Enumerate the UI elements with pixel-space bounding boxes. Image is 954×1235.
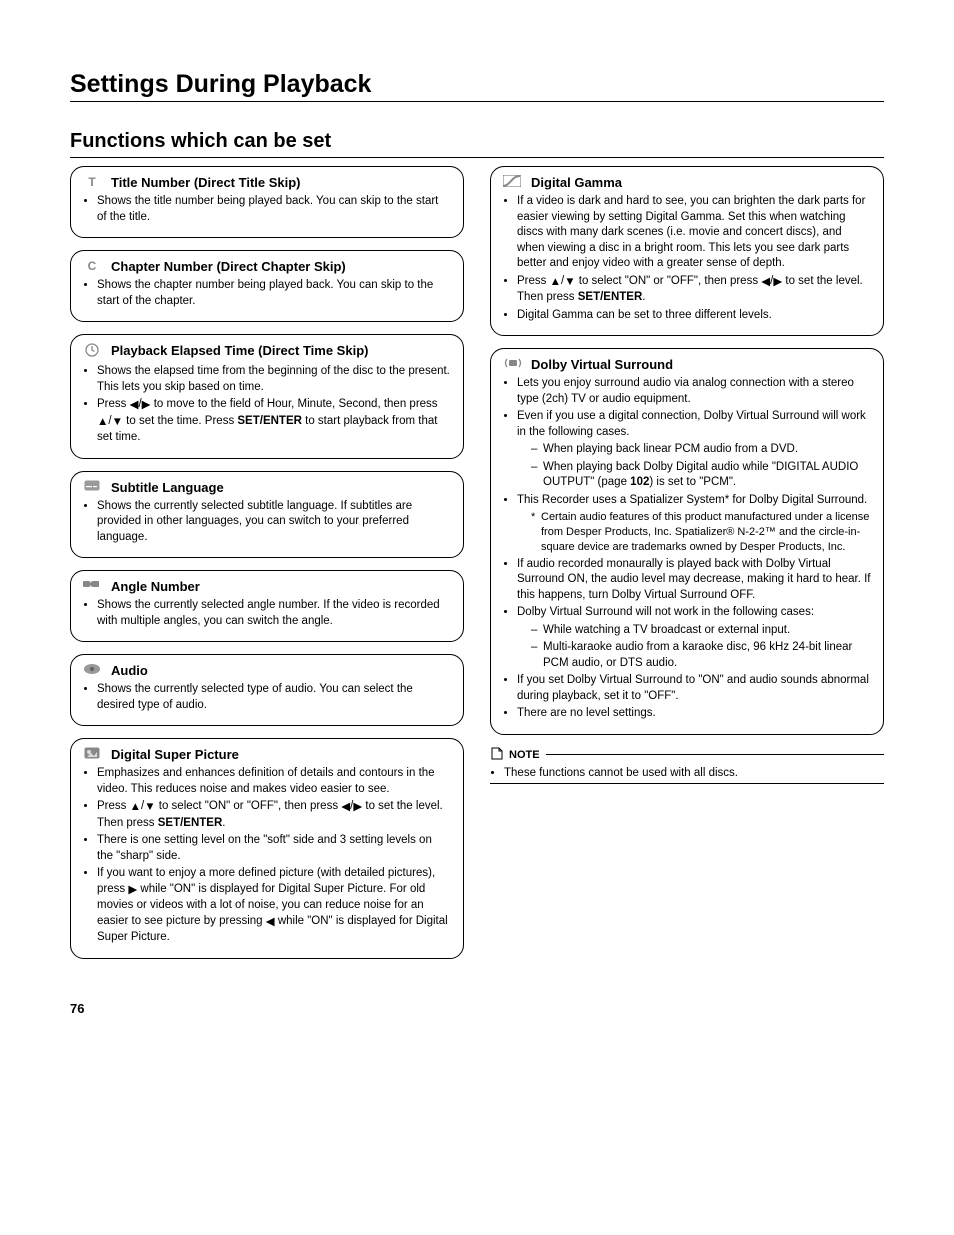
title-icon: T	[83, 175, 101, 189]
down-icon: ▼	[144, 800, 155, 816]
text: Press	[97, 398, 130, 410]
text: Shows the chapter number being played ba…	[97, 278, 451, 309]
text: Shows the elapsed time from the beginnin…	[97, 365, 450, 377]
left-icon: ◀	[130, 398, 139, 414]
text: Dolby Virtual Surround will not work in …	[517, 606, 814, 618]
text: This Recorder uses a Spatializer System*…	[517, 494, 867, 506]
text: Even if you use a digital connection, Do…	[517, 410, 866, 438]
text: This lets you skip based on time.	[97, 381, 264, 393]
box-dolby-virtual-surround: Dolby Virtual Surround Lets you enjoy su…	[490, 348, 884, 735]
manual-page: Settings During Playback Functions which…	[0, 0, 954, 1056]
left-icon: ◀	[266, 915, 275, 931]
right-icon: ▶	[353, 800, 362, 816]
box-title: Audio	[111, 663, 148, 678]
divider	[546, 754, 884, 755]
right-icon: ▶	[142, 398, 151, 414]
text: Dolby Virtual Surround will not work in …	[517, 605, 871, 671]
note-label: NOTE	[509, 749, 540, 761]
set-enter-label: SET/ENTER	[158, 817, 223, 829]
box-title: Dolby Virtual Surround	[531, 357, 673, 372]
text: to select "ON" or "OFF", then press	[156, 800, 342, 812]
right-icon: ▶	[773, 275, 782, 291]
angle-icon	[83, 579, 101, 593]
text: .	[642, 291, 645, 303]
text: Press ◀/▶ to move to the field of Hour, …	[97, 397, 451, 446]
right-column: Digital Gamma If a video is dark and har…	[490, 166, 884, 971]
text: Lets you enjoy surround audio via analog…	[517, 376, 871, 407]
box-title: Chapter Number (Direct Chapter Skip)	[111, 259, 346, 274]
text: ) is set to "PCM".	[649, 476, 736, 488]
surround-icon	[503, 357, 521, 372]
left-icon: ◀	[761, 275, 770, 291]
text: While watching a TV broadcast or externa…	[531, 623, 871, 639]
columns: T Title Number (Direct Title Skip) Shows…	[70, 166, 884, 971]
text: Shows the elapsed time from the beginnin…	[97, 364, 451, 395]
dsp-icon	[83, 747, 101, 762]
box-title: Angle Number	[111, 579, 200, 594]
box-digital-super-picture: Digital Super Picture Emphasizes and enh…	[70, 738, 464, 959]
text: These functions cannot be used with all …	[504, 767, 884, 779]
down-icon: ▼	[112, 415, 123, 431]
section-title: Functions which can be set	[70, 130, 884, 158]
text: Press ▲/▼ to select "ON" or "OFF", then …	[517, 274, 871, 306]
box-title: Title Number (Direct Title Skip)	[111, 175, 301, 190]
box-digital-gamma: Digital Gamma If a video is dark and har…	[490, 166, 884, 336]
box-chapter-skip: C Chapter Number (Direct Chapter Skip) S…	[70, 250, 464, 322]
text: If a video is dark and hard to see, you …	[517, 194, 871, 272]
audio-icon	[83, 663, 101, 678]
note-text: These functions cannot be used with all …	[490, 767, 884, 784]
text: Multi-karaoke audio from a karaoke disc,…	[531, 640, 871, 671]
down-icon: ▼	[564, 275, 575, 291]
text: If you set Dolby Virtual Surround to "ON…	[517, 673, 871, 704]
text: If audio recorded monaurally is played b…	[517, 557, 871, 604]
footnote: Certain audio features of this product m…	[531, 510, 871, 555]
text: Shows the title number being played back…	[97, 194, 451, 225]
box-title: Playback Elapsed Time (Direct Time Skip)	[111, 343, 368, 358]
box-time-skip: Playback Elapsed Time (Direct Time Skip)…	[70, 334, 464, 459]
text: Shows the currently selected type of aud…	[97, 682, 451, 713]
up-icon: ▲	[550, 275, 561, 291]
text: to move to the field of Hour, Minute, Se…	[151, 398, 438, 410]
note-block: NOTE These functions cannot be used with…	[490, 747, 884, 784]
clock-icon	[83, 343, 101, 360]
box-audio: Audio Shows the currently selected type …	[70, 654, 464, 726]
text: .	[222, 817, 225, 829]
text: There is one setting level on the "soft"…	[97, 833, 451, 864]
text: Digital Gamma can be set to three differ…	[517, 308, 871, 324]
page-ref: 102	[630, 476, 649, 488]
text: Press	[97, 800, 130, 812]
chapter-icon: C	[83, 259, 101, 273]
text: to select "ON" or "OFF", then press	[576, 275, 762, 287]
gamma-icon	[503, 175, 521, 190]
box-title: Digital Super Picture	[111, 747, 239, 762]
box-subtitle: Subtitle Language Shows the currently se…	[70, 471, 464, 559]
page-title: Settings During Playback	[70, 70, 884, 102]
text: to set the time. Press	[123, 415, 237, 427]
left-icon: ◀	[341, 800, 350, 816]
set-enter-label: SET/ENTER	[578, 291, 643, 303]
up-icon: ▲	[130, 800, 141, 816]
right-icon: ▶	[128, 883, 137, 899]
box-title-skip: T Title Number (Direct Title Skip) Shows…	[70, 166, 464, 238]
box-angle: Angle Number Shows the currently selecte…	[70, 570, 464, 642]
set-enter-label: SET/ENTER	[237, 415, 302, 427]
text: This Recorder uses a Spatializer System*…	[517, 493, 871, 555]
note-icon	[490, 747, 503, 763]
text: When playing back linear PCM audio from …	[531, 442, 871, 458]
text: Press ▲/▼ to select "ON" or "OFF", then …	[97, 799, 451, 831]
up-icon: ▲	[97, 415, 108, 431]
box-title: Digital Gamma	[531, 175, 622, 190]
text: Shows the currently selected angle numbe…	[97, 598, 451, 629]
text: When playing back Dolby Digital audio wh…	[531, 460, 871, 491]
text: If you want to enjoy a more defined pict…	[97, 866, 451, 946]
subtitle-icon	[83, 480, 101, 494]
page-number: 76	[70, 1001, 884, 1016]
text: Shows the currently selected subtitle la…	[97, 499, 451, 546]
left-column: T Title Number (Direct Title Skip) Shows…	[70, 166, 464, 971]
text: Emphasizes and enhances definition of de…	[97, 766, 451, 797]
text: There are no level settings.	[517, 706, 871, 722]
box-title: Subtitle Language	[111, 480, 224, 495]
text: Even if you use a digital connection, Do…	[517, 409, 871, 491]
text: Press	[517, 275, 550, 287]
